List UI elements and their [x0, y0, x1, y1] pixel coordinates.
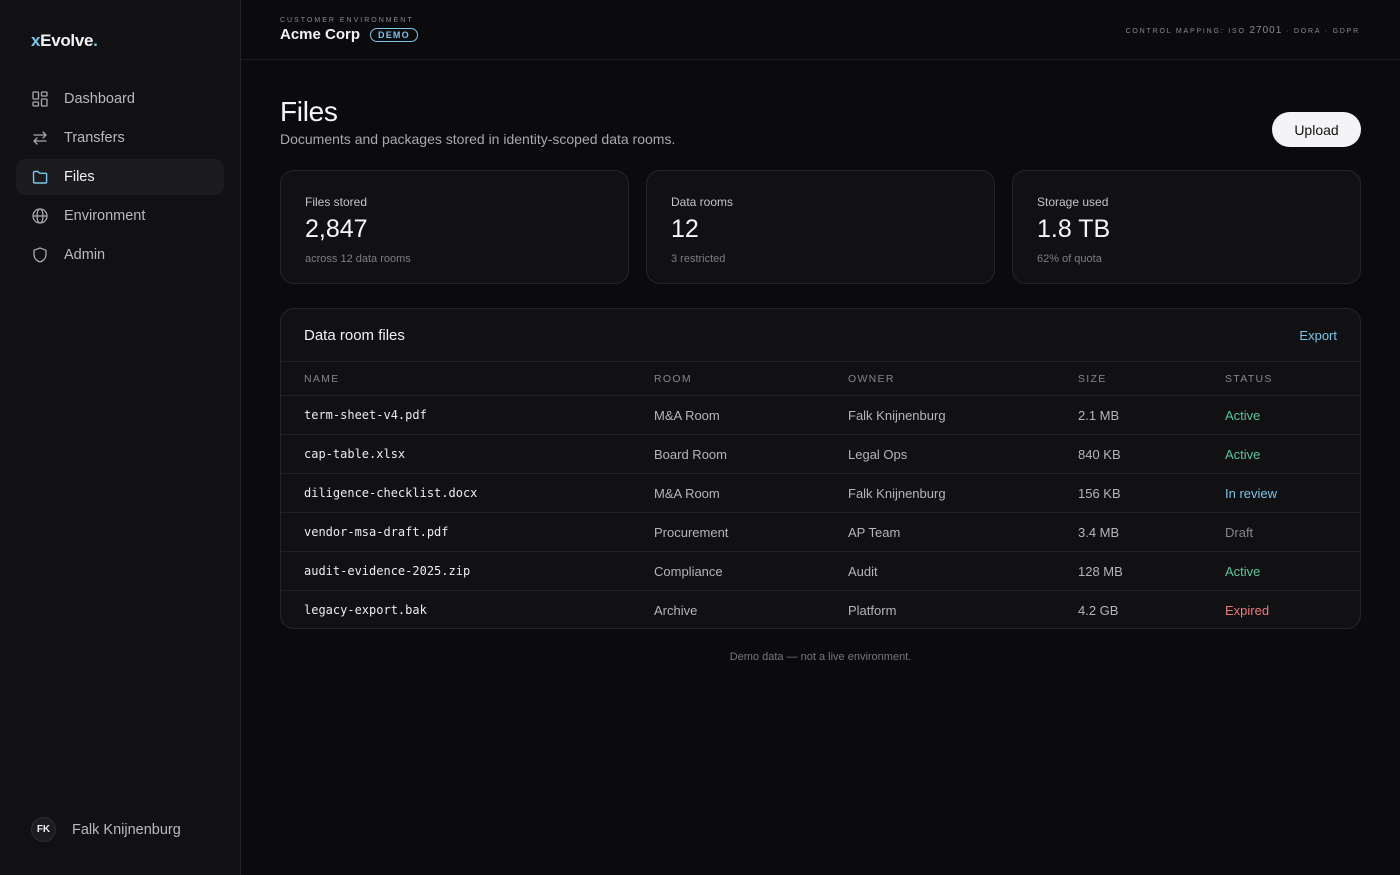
file-name[interactable]: diligence-checklist.docx	[304, 486, 477, 500]
sidebar-item-label: Admin	[64, 247, 106, 263]
sidebar-item-label: Environment	[64, 208, 146, 224]
stat-label: Data rooms	[671, 195, 734, 209]
status-badge: Draft	[1225, 525, 1254, 540]
user-profile[interactable]: FK Falk Knijnenburg	[31, 817, 181, 842]
export-link[interactable]: Export	[1299, 328, 1337, 343]
status-badge: Expired	[1225, 603, 1270, 618]
column-header-room[interactable]: ROOM	[654, 373, 692, 385]
table-header: NAME ROOM OWNER SIZE STATUS	[281, 362, 1360, 396]
avatar: FK	[31, 817, 56, 842]
control-mapping-iso: 27001	[1249, 25, 1283, 36]
logo[interactable]: xEvolve.	[31, 31, 98, 51]
sidebar-item-label: Dashboard	[64, 91, 135, 107]
logo-suffix: .	[93, 31, 98, 50]
file-owner: Audit	[848, 564, 878, 579]
file-room: M&A Room	[654, 486, 720, 501]
file-name[interactable]: legacy-export.bak	[304, 603, 427, 617]
status-badge: Active	[1225, 408, 1261, 423]
logo-name: Evolve	[40, 31, 94, 50]
sidebar-nav: Dashboard Transfers Files Environment Ad…	[16, 81, 224, 276]
column-header-owner[interactable]: OWNER	[848, 373, 895, 385]
page-subtitle: Documents and packages stored in identit…	[280, 131, 676, 147]
control-mapping-suffix: · DORA · GDPR	[1286, 28, 1360, 35]
file-room: Procurement	[654, 525, 729, 540]
table-row[interactable]: term-sheet-v4.pdf M&A Room Falk Knijnenb…	[281, 396, 1360, 435]
sidebar-item-dashboard[interactable]: Dashboard	[16, 81, 224, 117]
table-body: term-sheet-v4.pdf M&A Room Falk Knijnenb…	[281, 396, 1360, 628]
status-badge: In review	[1225, 486, 1278, 501]
globe-icon	[31, 207, 49, 225]
status-badge: Active	[1225, 447, 1261, 462]
page-title: Files	[280, 96, 338, 127]
shield-icon	[31, 246, 49, 264]
sidebar-item-files[interactable]: Files	[16, 159, 224, 195]
file-owner: Falk Knijnenburg	[848, 486, 946, 501]
stat-note: 62% of quota	[1037, 253, 1102, 265]
sidebar: xEvolve. Dashboard Transfers Files Envir…	[0, 0, 241, 875]
sidebar-item-admin[interactable]: Admin	[16, 237, 224, 273]
environment-name: Acme Corp DEMO	[280, 26, 418, 43]
file-name[interactable]: audit-evidence-2025.zip	[304, 564, 470, 578]
user-name: Falk Knijnenburg	[72, 821, 181, 838]
column-header-status[interactable]: STATUS	[1225, 373, 1273, 385]
control-mapping: CONTROL MAPPING: ISO 27001 · DORA · GDPR	[1126, 25, 1360, 36]
file-owner: AP Team	[848, 525, 901, 540]
sidebar-item-label: Transfers	[64, 130, 125, 146]
file-name[interactable]: term-sheet-v4.pdf	[304, 408, 427, 422]
folder-icon	[31, 168, 49, 186]
file-size: 156 KB	[1078, 486, 1121, 501]
file-size: 840 KB	[1078, 447, 1121, 462]
environment-label: CUSTOMER ENVIRONMENT	[280, 17, 414, 24]
file-owner: Falk Knijnenburg	[848, 408, 946, 423]
sidebar-item-environment[interactable]: Environment	[16, 198, 224, 234]
file-size: 2.1 MB	[1078, 408, 1120, 423]
stat-value: 1.8 TB	[1037, 215, 1111, 243]
stat-label: Files stored	[305, 195, 368, 209]
status-badge: Active	[1225, 564, 1261, 579]
topbar: CUSTOMER ENVIRONMENT Acme Corp DEMO CONT…	[241, 0, 1400, 60]
file-room: Board Room	[654, 447, 727, 462]
file-name[interactable]: vendor-msa-draft.pdf	[304, 525, 449, 539]
logo-prefix: x	[31, 31, 41, 50]
file-name[interactable]: cap-table.xlsx	[304, 447, 405, 461]
sidebar-item-label: Files	[64, 169, 95, 185]
table-row[interactable]: cap-table.xlsx Board Room Legal Ops 840 …	[281, 435, 1360, 474]
demo-footnote: Demo data — not a live environment.	[729, 651, 912, 663]
transfer-arrows-icon	[31, 129, 49, 147]
app: xEvolve. Dashboard Transfers Files Envir…	[0, 0, 1400, 875]
stat-card-files-stored: Files stored 2,847 across 12 data rooms	[280, 170, 629, 284]
org-name: Acme Corp	[280, 26, 361, 43]
stat-value: 12	[671, 215, 699, 243]
column-header-name[interactable]: NAME	[304, 373, 340, 385]
file-size: 4.2 GB	[1078, 603, 1119, 618]
column-header-size[interactable]: SIZE	[1078, 373, 1107, 385]
dashboard-icon	[31, 90, 49, 108]
stat-label: Storage used	[1037, 195, 1109, 209]
sidebar-item-transfers[interactable]: Transfers	[16, 120, 224, 156]
demo-badge: DEMO	[370, 27, 418, 42]
table-card-header: Data room files Export	[281, 309, 1360, 362]
main-content: CUSTOMER ENVIRONMENT Acme Corp DEMO CONT…	[241, 0, 1400, 875]
stat-note: across 12 data rooms	[305, 253, 411, 265]
files-table-card: Data room files Export NAME ROOM OWNER S…	[280, 308, 1361, 629]
table-row[interactable]: diligence-checklist.docx M&A Room Falk K…	[281, 474, 1360, 513]
table-title: Data room files	[304, 327, 405, 344]
table-row[interactable]: vendor-msa-draft.pdf Procurement AP Team…	[281, 513, 1360, 552]
stats-row: Files stored 2,847 across 12 data rooms …	[280, 170, 1361, 284]
stat-card-data-rooms: Data rooms 12 3 restricted	[646, 170, 995, 284]
upload-button[interactable]: Upload	[1272, 112, 1361, 147]
file-room: Archive	[654, 603, 698, 618]
file-owner: Legal Ops	[848, 447, 908, 462]
stat-card-storage-used: Storage used 1.8 TB 62% of quota	[1012, 170, 1361, 284]
file-owner: Platform	[848, 603, 897, 618]
stat-note: 3 restricted	[671, 253, 726, 265]
control-mapping-prefix: CONTROL MAPPING: ISO	[1125, 28, 1246, 35]
table-row[interactable]: legacy-export.bak Archive Platform 4.2 G…	[281, 591, 1360, 628]
file-size: 128 MB	[1078, 564, 1123, 579]
table-row[interactable]: audit-evidence-2025.zip Compliance Audit…	[281, 552, 1360, 591]
file-room: M&A Room	[654, 408, 720, 423]
file-size: 3.4 MB	[1078, 525, 1120, 540]
stat-value: 2,847	[305, 215, 368, 243]
file-room: Compliance	[654, 564, 723, 579]
